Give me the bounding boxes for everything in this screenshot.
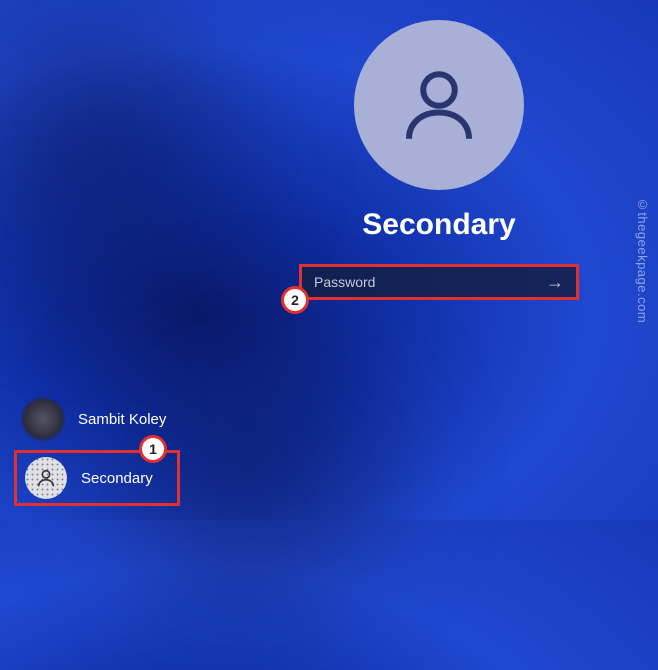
person-icon	[394, 60, 484, 150]
annotation-step-1: 1	[139, 435, 167, 463]
person-icon	[35, 467, 57, 489]
username-display: Secondary	[362, 208, 515, 242]
watermark-text: ©thegeekpage.com	[635, 197, 650, 323]
password-input[interactable]: Password →	[299, 264, 579, 300]
submit-arrow-icon[interactable]: →	[546, 272, 564, 293]
user-avatar-icon	[22, 398, 64, 440]
user-avatar-large	[354, 20, 524, 190]
password-row: Password → 2	[299, 264, 579, 300]
user-avatar-icon	[25, 457, 67, 499]
user-switcher-list: Sambit Koley Secondary 1	[14, 394, 180, 506]
user-item-label: Sambit Koley	[78, 411, 166, 428]
password-placeholder: Password	[314, 274, 546, 290]
login-center: Secondary Password → 2	[299, 20, 579, 300]
annotation-step-2: 2	[281, 286, 309, 314]
user-item-secondary[interactable]: Secondary 1	[14, 450, 180, 506]
user-item-label: Secondary	[81, 470, 153, 487]
